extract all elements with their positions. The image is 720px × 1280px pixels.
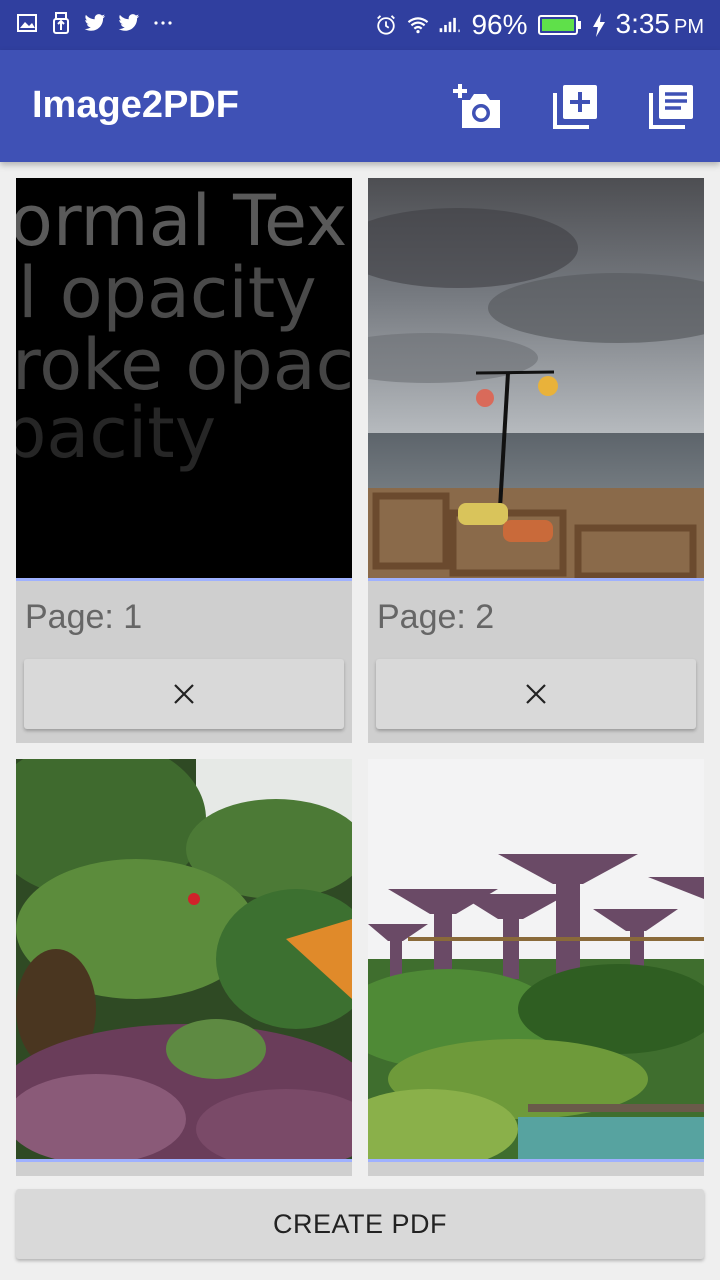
close-icon <box>526 684 546 704</box>
create-pdf-button[interactable]: CREATE PDF <box>16 1189 704 1259</box>
status-bar: 96% 3:35 PM <box>0 0 720 50</box>
thumb-divider <box>16 578 352 581</box>
beach-photo <box>368 178 704 578</box>
wifi-icon <box>407 14 429 36</box>
garden-photo <box>16 759 352 1159</box>
status-left-icons <box>16 12 174 34</box>
page-card: Page: 2 <box>368 178 704 743</box>
page-card: ormal Tex l opacity roke opac pacity Pag… <box>16 178 352 743</box>
clock-time: 3:35 <box>615 7 671 39</box>
gallery-icon <box>16 12 38 34</box>
remove-page-button[interactable] <box>24 659 344 729</box>
page-thumbnail[interactable] <box>16 759 352 1159</box>
app-bar: Image2PDF <box>0 50 720 162</box>
page-thumbnail[interactable]: ormal Tex l opacity roke opac pacity <box>16 178 352 578</box>
remove-page-button[interactable] <box>376 659 696 729</box>
thumb-divider <box>16 1159 352 1162</box>
thumb-divider <box>368 1159 704 1162</box>
status-right: 96% 3:35 PM <box>375 8 704 42</box>
page-card <box>16 759 352 1176</box>
add-photo-camera-icon <box>453 84 500 128</box>
page-card <box>368 759 704 1176</box>
supertree-photo <box>368 759 704 1159</box>
charging-icon <box>592 13 606 37</box>
library-button[interactable] <box>646 80 698 132</box>
add-to-photos-icon <box>553 85 597 129</box>
battery-icon <box>537 14 582 36</box>
close-icon <box>174 684 194 704</box>
thumb-divider <box>368 578 704 581</box>
clock: 3:35 PM <box>616 7 705 44</box>
add-images-button[interactable] <box>550 80 602 132</box>
twitter-icon <box>84 12 106 34</box>
page-label: Page: 2 <box>377 598 495 636</box>
clock-ampm: PM <box>674 15 704 38</box>
thumb-text-line: pacity <box>16 392 217 474</box>
signal-icon <box>439 14 461 36</box>
thumb-text-line: ormal Tex <box>16 180 348 262</box>
twitter-icon <box>118 12 140 34</box>
usb-icon <box>50 12 72 34</box>
app-title: Image2PDF <box>32 84 239 126</box>
page-thumbnail[interactable] <box>368 178 704 578</box>
library-books-icon <box>649 85 693 129</box>
thumb-text-line: l opacity <box>18 252 317 334</box>
more-dots-icon <box>152 12 174 34</box>
alarm-icon <box>375 14 397 36</box>
page-thumbnail[interactable] <box>368 759 704 1159</box>
page-label: Page: 1 <box>25 598 143 636</box>
add-photo-button[interactable] <box>452 80 504 132</box>
battery-percent: 96% <box>471 9 528 40</box>
